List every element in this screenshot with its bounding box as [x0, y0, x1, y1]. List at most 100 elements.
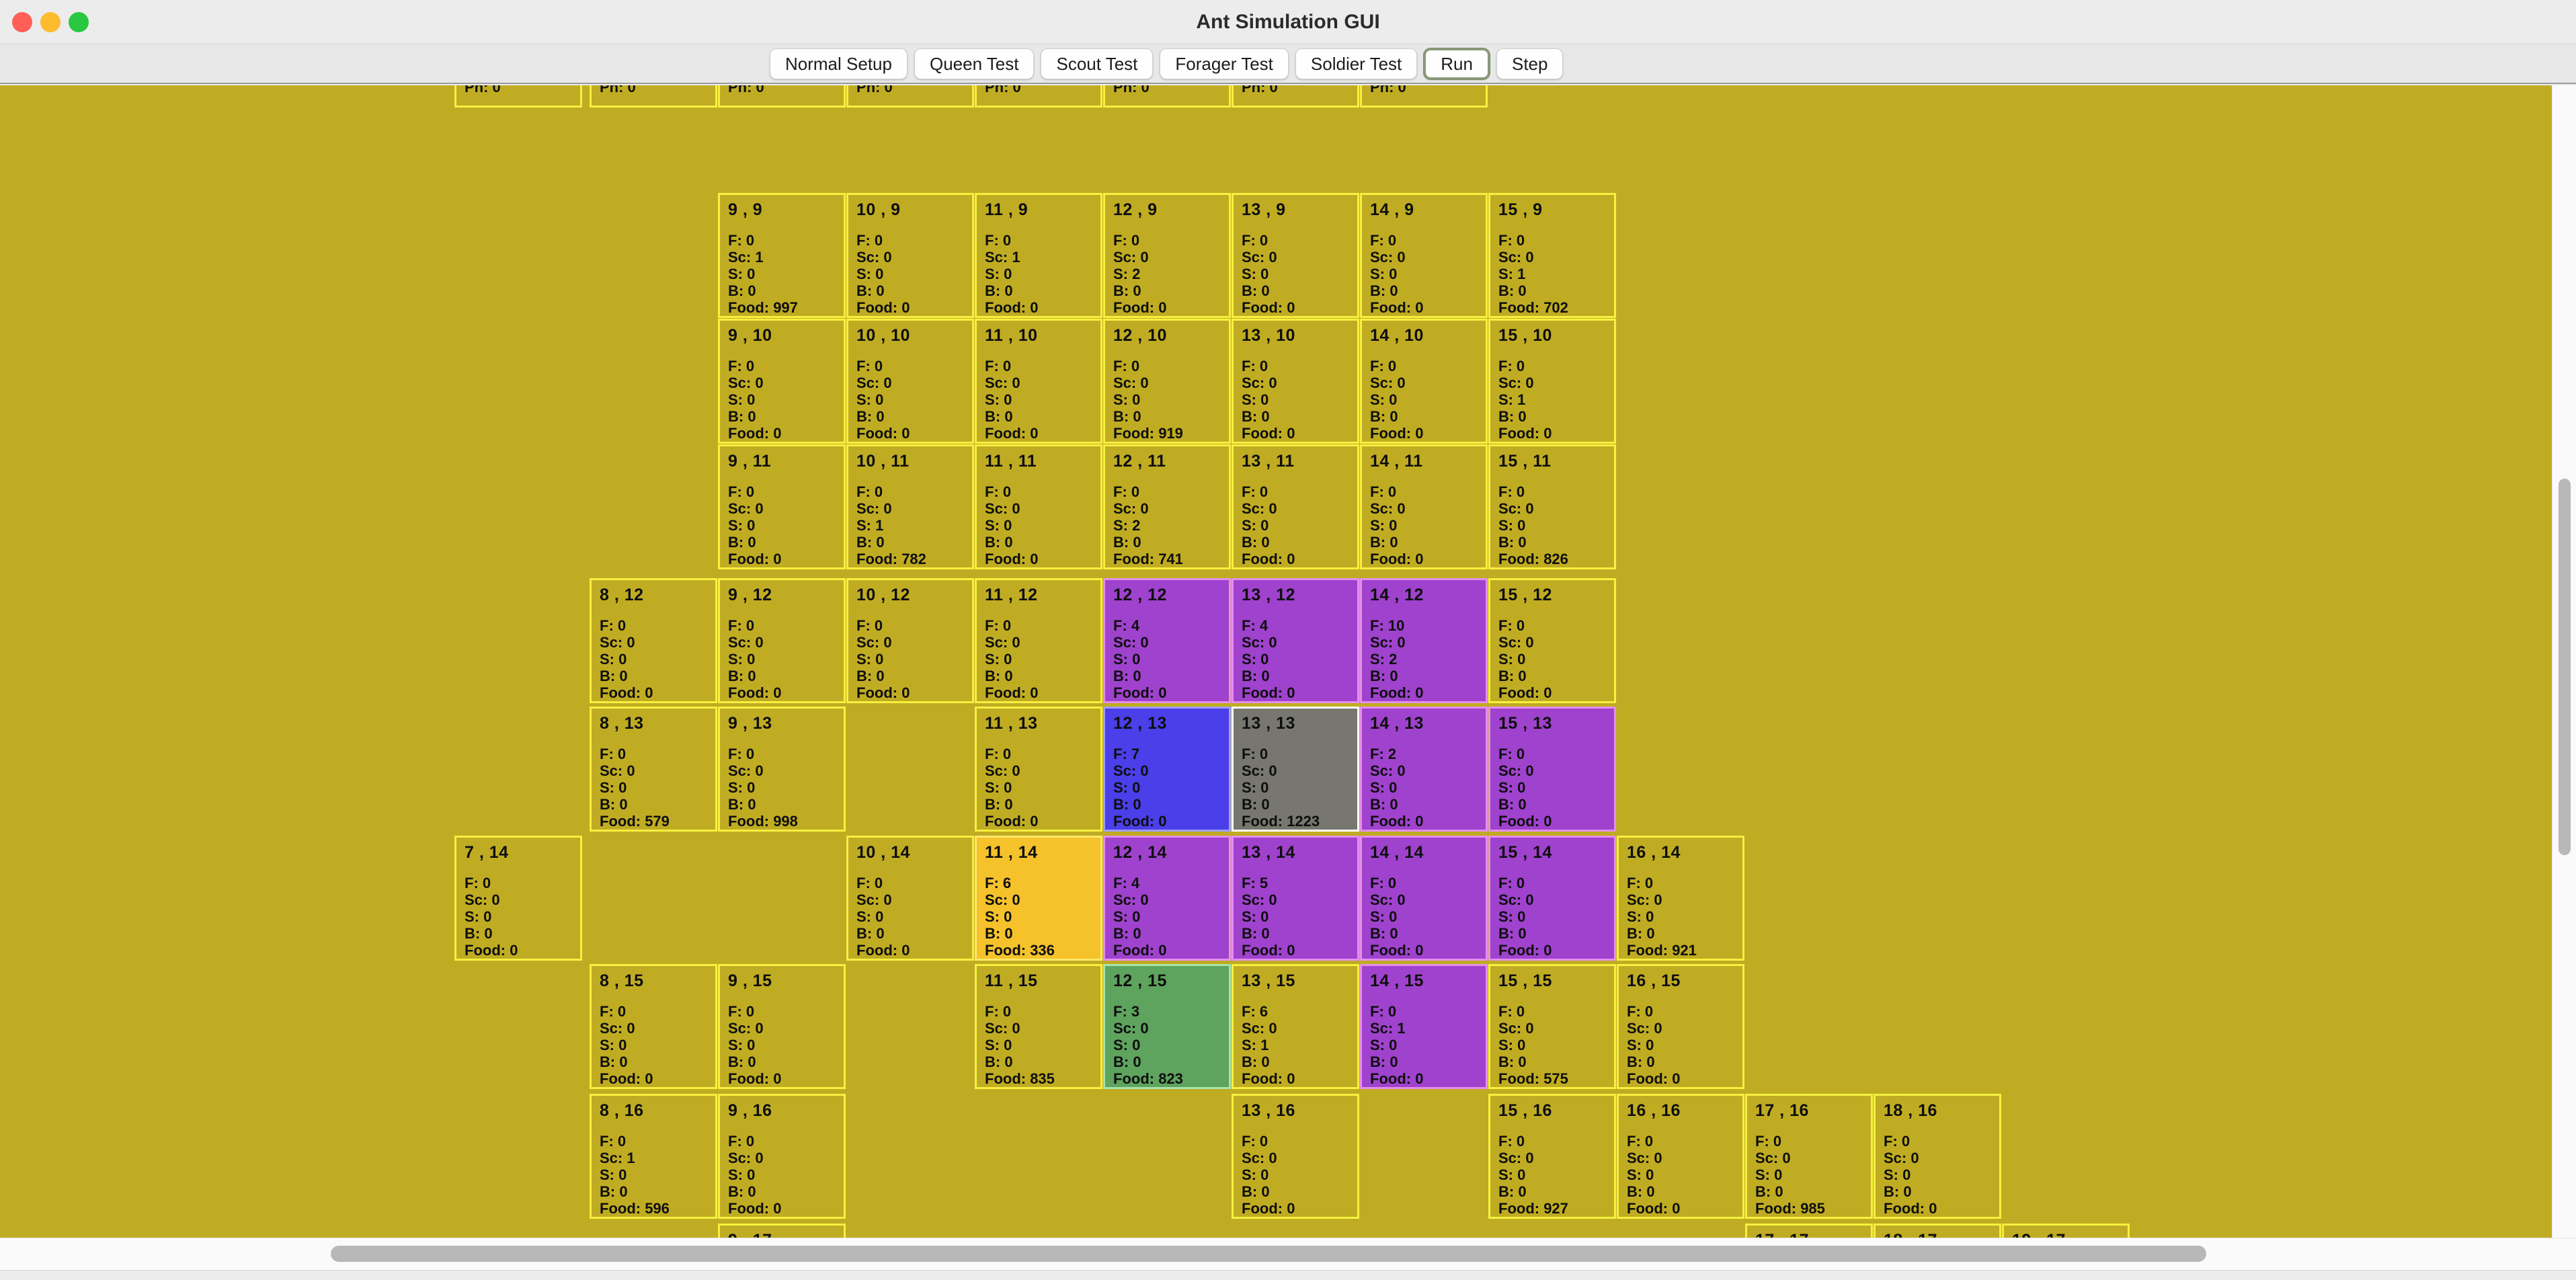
cell-stat-ph: Ph: 3	[1370, 1088, 1480, 1089]
cell-stat-f: F: 2	[1370, 747, 1480, 762]
grid-cell[interactable]: 13 , 9F: 0Sc: 0S: 0B: 0Food: 0Ph: 0	[1232, 193, 1359, 318]
grid-cell[interactable]: 9 , 15F: 0Sc: 0S: 0B: 0Food: 0Ph: 0	[718, 964, 846, 1089]
grid-cell[interactable]: 17 , 16F: 0Sc: 0S: 0B: 0Food: 985Ph: 0	[1745, 1094, 1873, 1219]
grid-cell[interactable]: 14 , 11F: 0Sc: 0S: 0B: 0Food: 0Ph: 0	[1360, 444, 1488, 569]
vertical-scrollbar-thumb[interactable]	[2559, 479, 2571, 855]
cell-stat-food: Food: 579	[600, 814, 710, 829]
grid-cell[interactable]: 15 , 16F: 0Sc: 0S: 0B: 0Food: 927Ph: 0	[1488, 1094, 1616, 1219]
grid-cell[interactable]: 12 , 14F: 4Sc: 0S: 0B: 0Food: 0Ph: 1	[1103, 836, 1231, 961]
cell-stat-f: F: 4	[1113, 618, 1223, 633]
grid-cell[interactable]: 13 , 11F: 0Sc: 0S: 0B: 0Food: 0Ph: 0	[1232, 444, 1359, 569]
cell-stat-sc: Sc: 0	[1498, 502, 1609, 516]
grid-cell[interactable]: 11 , 12F: 0Sc: 0S: 0B: 0Food: 0Ph: 0	[975, 578, 1102, 703]
grid-cell[interactable]: 10 , 14F: 0Sc: 0S: 0B: 0Food: 0Ph: 0	[846, 836, 974, 961]
horizontal-scrollbar-thumb[interactable]	[331, 1246, 2206, 1262]
grid-cell[interactable]: 18 , 16F: 0Sc: 0S: 0B: 0Food: 0Ph: 0	[1874, 1094, 2001, 1219]
grid-cell[interactable]: 12 , 10F: 0Sc: 0S: 0B: 0Food: 919Ph: 0	[1103, 319, 1231, 444]
grid-cell[interactable]: 8 , 16F: 0Sc: 1S: 0B: 0Food: 596Ph: 0	[590, 1094, 717, 1219]
grid-cell[interactable]: 14 , 9F: 0Sc: 0S: 0B: 0Food: 0Ph: 0	[1360, 193, 1488, 318]
grid-cell[interactable]: 15 , 9F: 0Sc: 0S: 1B: 0Food: 702Ph: 0	[1488, 193, 1616, 318]
grid-cell[interactable]: 9 , 10F: 0Sc: 0S: 0B: 0Food: 0Ph: 0	[718, 319, 846, 444]
toolbar-button-queen-test[interactable]: Queen Test	[914, 48, 1035, 79]
grid-cell[interactable]: 9 , 16F: 0Sc: 0S: 0B: 0Food: 0Ph: 0	[718, 1094, 846, 1219]
cell-stat-f: F: 0	[1370, 876, 1480, 891]
grid-cell[interactable]: 8 , 15F: 0Sc: 0S: 0B: 0Food: 0Ph: 0	[590, 964, 717, 1089]
grid-cell-clipped[interactable]: Ph: 0	[590, 85, 717, 108]
horizontal-scrollbar[interactable]	[0, 1238, 2576, 1270]
grid-cell[interactable]: 13 , 15F: 6Sc: 0S: 1B: 0Food: 0Ph: 0	[1232, 964, 1359, 1089]
cell-stat-food: Food: 0	[1113, 301, 1223, 315]
grid-cell-clipped[interactable]: Ph: 0	[718, 85, 846, 108]
grid-cell[interactable]: 14 , 12F: 10Sc: 0S: 2B: 0Food: 0Ph: 8	[1360, 578, 1488, 703]
grid-cell[interactable]: 13 , 10F: 0Sc: 0S: 0B: 0Food: 0Ph: 0	[1232, 319, 1359, 444]
grid-cell-clipped[interactable]: Ph: 0	[1103, 85, 1231, 108]
grid-cell[interactable]: 8 , 12F: 0Sc: 0S: 0B: 0Food: 0Ph: 0	[590, 578, 717, 703]
toolbar-button-soldier-test[interactable]: Soldier Test	[1295, 48, 1417, 79]
cell-stat-sc: Sc: 0	[1627, 893, 1737, 908]
toolbar-button-normal-setup[interactable]: Normal Setup	[770, 48, 908, 79]
grid-cell[interactable]: 17 , 17F: 0Sc: 0S: 0B: 0Food: 0Ph: 0	[1745, 1224, 1873, 1238]
grid-cell[interactable]: 14 , 10F: 0Sc: 0S: 0B: 0Food: 0Ph: 0	[1360, 319, 1488, 444]
grid-cell[interactable]: 7 , 14F: 0Sc: 0S: 0B: 0Food: 0Ph: 0	[454, 836, 582, 961]
grid-cell[interactable]: 13 , 13F: 0Sc: 0S: 0B: 0Food: 1223Ph: 0	[1232, 707, 1359, 832]
grid-cell[interactable]: 10 , 11F: 0Sc: 0S: 1B: 0Food: 782Ph: 0	[846, 444, 974, 569]
grid-cell[interactable]: 15 , 11F: 0Sc: 0S: 0B: 0Food: 826Ph: 0	[1488, 444, 1616, 569]
simulation-grid-viewport[interactable]: Ph: 0Ph: 0Ph: 0Ph: 0Ph: 0Ph: 0Ph: 0Ph: 0…	[0, 85, 2552, 1238]
grid-cell[interactable]: 15 , 12F: 0Sc: 0S: 0B: 0Food: 0Ph: 0	[1488, 578, 1616, 703]
toolbar-button-step[interactable]: Step	[1496, 48, 1564, 79]
grid-cell[interactable]: 10 , 9F: 0Sc: 0S: 0B: 0Food: 0Ph: 0	[846, 193, 974, 318]
grid-cell[interactable]: 19 , 17F: 0Sc: 1S: 0B: 0Food: 0Ph: 0	[2002, 1224, 2130, 1238]
grid-cell[interactable]: 11 , 14F: 6Sc: 0S: 0B: 0Food: 336Ph: 984	[975, 836, 1102, 961]
vertical-scrollbar[interactable]	[2552, 85, 2576, 1238]
grid-cell[interactable]: 12 , 15F: 3Sc: 0S: 0B: 0Food: 823Ph: 532	[1103, 964, 1231, 1089]
grid-cell[interactable]: 16 , 14F: 0Sc: 0S: 0B: 0Food: 921Ph: 0	[1617, 836, 1744, 961]
grid-cell[interactable]: 16 , 15F: 0Sc: 0S: 0B: 0Food: 0Ph: 0	[1617, 964, 1744, 1089]
grid-cell[interactable]: 13 , 14F: 5Sc: 0S: 0B: 0Food: 0Ph: 7	[1232, 836, 1359, 961]
grid-cell[interactable]: 9 , 12F: 0Sc: 0S: 0B: 0Food: 0Ph: 0	[718, 578, 846, 703]
cell-stat-food: Food: 0	[856, 686, 967, 701]
grid-cell[interactable]: 10 , 10F: 0Sc: 0S: 0B: 0Food: 0Ph: 0	[846, 319, 974, 444]
simulation-grid[interactable]: Ph: 0Ph: 0Ph: 0Ph: 0Ph: 0Ph: 0Ph: 0Ph: 0…	[0, 85, 2552, 1238]
cell-stat-s: S: 0	[600, 652, 710, 667]
grid-cell-clipped[interactable]: Ph: 0	[1360, 85, 1488, 108]
grid-cell[interactable]: 13 , 16F: 0Sc: 0S: 0B: 0Food: 0Ph: 0	[1232, 1094, 1359, 1219]
grid-cell[interactable]: 12 , 13F: 7Sc: 0S: 0B: 0Food: 0Ph: 371	[1103, 707, 1231, 832]
grid-cell[interactable]: 12 , 9F: 0Sc: 0S: 2B: 0Food: 0Ph: 0	[1103, 193, 1231, 318]
grid-cell-clipped[interactable]: Ph: 0	[975, 85, 1102, 108]
toolbar-button-run[interactable]: Run	[1424, 48, 1490, 79]
grid-cell-clipped[interactable]: Ph: 0	[454, 85, 582, 108]
grid-cell[interactable]: 11 , 13F: 0Sc: 0S: 0B: 0Food: 0Ph: 0	[975, 707, 1102, 832]
grid-cell[interactable]: 8 , 13F: 0Sc: 0S: 0B: 0Food: 579Ph: 0	[590, 707, 717, 832]
grid-cell[interactable]: 11 , 9F: 0Sc: 1S: 0B: 0Food: 0Ph: 0	[975, 193, 1102, 318]
grid-cell[interactable]: 15 , 13F: 0Sc: 0S: 0B: 0Food: 0Ph: 10	[1488, 707, 1616, 832]
cell-stat-f: F: 0	[985, 485, 1095, 499]
grid-cell-clipped[interactable]: Ph: 0	[846, 85, 974, 108]
grid-cell[interactable]: 14 , 15F: 0Sc: 1S: 0B: 0Food: 0Ph: 3	[1360, 964, 1488, 1089]
grid-cell[interactable]: 10 , 12F: 0Sc: 0S: 0B: 0Food: 0Ph: 0	[846, 578, 974, 703]
grid-cell[interactable]: 14 , 13F: 2Sc: 0S: 0B: 0Food: 0Ph: 27	[1360, 707, 1488, 832]
grid-cell[interactable]: 9 , 9F: 0Sc: 1S: 0B: 0Food: 997Ph: 0	[718, 193, 846, 318]
grid-cell[interactable]: 15 , 10F: 0Sc: 0S: 1B: 0Food: 0Ph: 0	[1488, 319, 1616, 444]
cell-coordinate: 13 , 10	[1242, 327, 1352, 344]
grid-cell[interactable]: 18 , 17F: 0Sc: 0S: 0B: 0Food: 0Ph: 0	[1874, 1224, 2001, 1238]
grid-cell[interactable]: 9 , 11F: 0Sc: 0S: 0B: 0Food: 0Ph: 0	[718, 444, 846, 569]
cell-stat-b: B: 0	[1242, 1185, 1352, 1199]
grid-cell[interactable]: 15 , 14F: 0Sc: 0S: 0B: 0Food: 0Ph: 3	[1488, 836, 1616, 961]
grid-cell[interactable]: 13 , 12F: 4Sc: 0S: 0B: 0Food: 0Ph: 111	[1232, 578, 1359, 703]
grid-cell[interactable]: 14 , 14F: 0Sc: 0S: 0B: 0Food: 0Ph: 9	[1360, 836, 1488, 961]
grid-cell[interactable]: 11 , 11F: 0Sc: 0S: 0B: 0Food: 0Ph: 0	[975, 444, 1102, 569]
cell-stat-ph: Ph: 1	[1113, 960, 1223, 961]
cell-stat-food: Food: 0	[1627, 1072, 1737, 1086]
grid-cell[interactable]: 11 , 15F: 0Sc: 0S: 0B: 0Food: 835Ph: 0	[975, 964, 1102, 1089]
toolbar-button-scout-test[interactable]: Scout Test	[1041, 48, 1153, 79]
grid-cell[interactable]: 12 , 12F: 4Sc: 0S: 0B: 0Food: 0Ph: 6	[1103, 578, 1231, 703]
grid-cell[interactable]: 11 , 10F: 0Sc: 0S: 0B: 0Food: 0Ph: 0	[975, 319, 1102, 444]
grid-cell[interactable]: 9 , 17F: 0Sc: 0S: 0B: 0Food: 0Ph: 0	[718, 1224, 846, 1238]
cell-stat-ph: Ph: 0	[1884, 1218, 1994, 1219]
grid-cell[interactable]: 16 , 16F: 0Sc: 0S: 0B: 0Food: 0Ph: 0	[1617, 1094, 1744, 1219]
grid-cell[interactable]: 9 , 13F: 0Sc: 0S: 0B: 0Food: 998Ph: 0	[718, 707, 846, 832]
grid-cell[interactable]: 15 , 15F: 0Sc: 0S: 0B: 0Food: 575Ph: 0	[1488, 964, 1616, 1089]
grid-cell-clipped[interactable]: Ph: 0	[1232, 85, 1359, 108]
toolbar-button-forager-test[interactable]: Forager Test	[1160, 48, 1288, 79]
grid-cell[interactable]: 12 , 11F: 0Sc: 0S: 2B: 0Food: 741Ph: 0	[1103, 444, 1231, 569]
